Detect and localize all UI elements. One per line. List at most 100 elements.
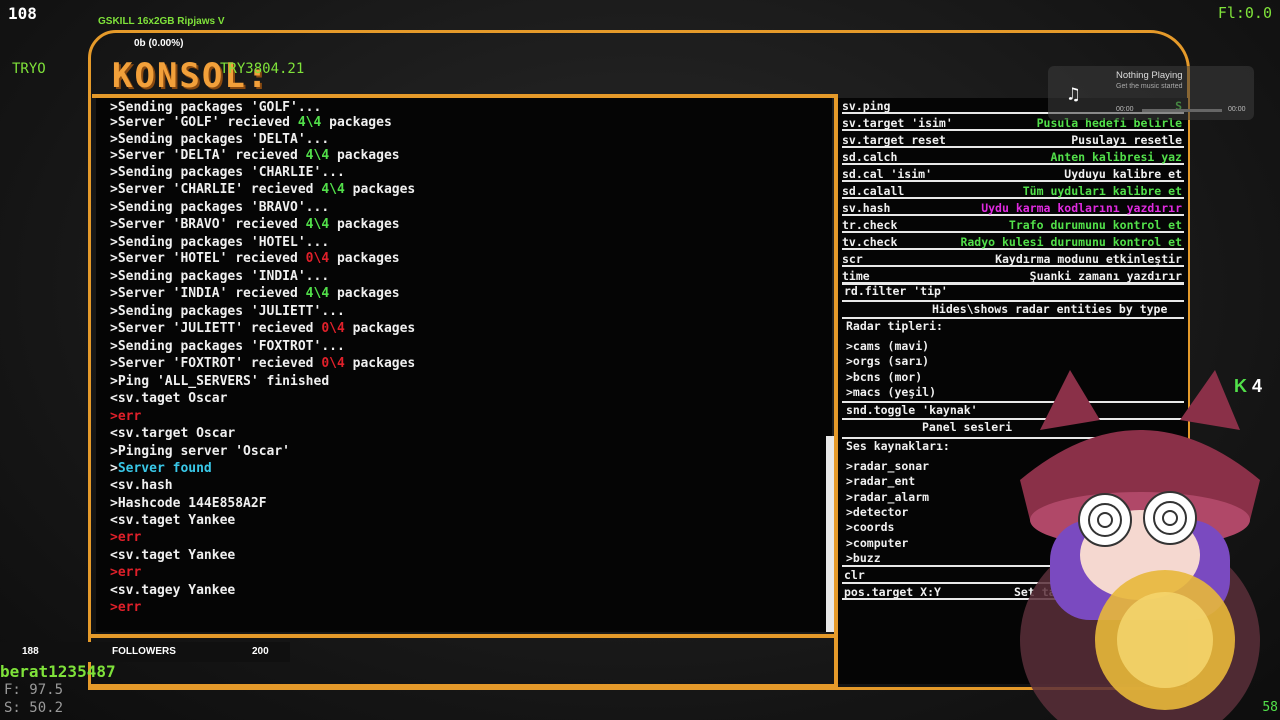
console-line: >Server 'HOTEL' recieved 0\4 packages	[110, 252, 400, 266]
console-line-segment: >Sending packages 'JULIETT'...	[110, 304, 345, 319]
command-description: Pusulayı resetle	[1071, 133, 1182, 147]
sound-sources-title: Ses kaynakları:	[846, 439, 950, 453]
console-line-segment: 4\4	[305, 148, 330, 163]
sound-source-item: >radar_alarm	[846, 490, 930, 504]
console-line-segment: <sv.hash	[110, 478, 173, 493]
command-name: scr	[842, 252, 863, 266]
console-line: >Sending packages 'GOLF'...	[110, 101, 321, 115]
console-line-segment: >err	[110, 409, 142, 424]
command-description: Anten kalibresi yaz	[1050, 150, 1182, 164]
console-line-segment: packages	[329, 148, 400, 163]
console-line: >Hashcode 144E858A2F	[110, 497, 267, 511]
command-row: scr Kaydırma modunu etkinleştir	[842, 251, 1184, 267]
command-row: tv.check Radyo kulesi durumunu kontrol et	[842, 234, 1184, 250]
console-line: >Server 'CHARLIE' recieved 4\4 packages	[110, 183, 415, 197]
console-line-segment: >Server 'CHARLIE' recieved	[110, 182, 322, 197]
sound-source-item: >detector	[846, 505, 909, 519]
sound-source-item: >coords	[846, 520, 895, 534]
command-name: sv.ping	[842, 99, 891, 113]
console-line-segment: >Sending packages 'FOXTROT'...	[110, 339, 345, 354]
console-line: <sv.hash	[110, 479, 173, 493]
console-line-segment: >err	[110, 530, 142, 545]
command-description: Trafo durumunu kontrol et	[1008, 218, 1182, 232]
console-line-segment: >Sending packages 'HOTEL'...	[110, 235, 330, 250]
command-name: sv.target 'isim'	[842, 116, 953, 130]
console-line-segment: <sv.tagey Yankee	[110, 583, 236, 598]
console-line-segment: >	[110, 461, 118, 476]
rd-filter-command: rd.filter 'tip'	[844, 284, 948, 298]
command-name: time	[842, 269, 870, 283]
sound-source-item: >buzz	[846, 551, 881, 565]
console-line: >err	[110, 531, 141, 545]
console-line: >Pinging server 'Oscar'	[110, 445, 290, 459]
panel-divider	[842, 283, 1184, 285]
console-line: >Sending packages 'HOTEL'...	[110, 236, 329, 250]
command-name: sd.cal 'isim'	[842, 167, 933, 181]
console-line: >Sending packages 'BRAVO'...	[110, 201, 329, 215]
console-line: >Ping 'ALL_SERVERS' finished	[110, 375, 329, 389]
console-line-segment: packages	[321, 115, 392, 130]
command-row: tr.check Trafo durumunu kontrol et	[842, 217, 1184, 233]
command-description: Kaydırma modunu etkinleştir	[995, 252, 1182, 266]
frame-divider-middle	[834, 94, 838, 688]
console-line-segment: >Sending packages 'DELTA'...	[110, 132, 330, 147]
fps-counter: 108	[8, 4, 37, 23]
console-line: >Sending packages 'JULIETT'...	[110, 305, 345, 319]
console-line-segment: packages	[344, 321, 416, 336]
console-scrollbar[interactable]	[826, 436, 834, 632]
command-name: sv.target reset	[842, 133, 946, 147]
console-line-segment: packages	[329, 217, 400, 232]
console-line-segment: <sv.target Oscar	[110, 426, 236, 441]
command-description: Tüm uyduları kalibre et	[1022, 184, 1182, 198]
music-note-icon: ♫	[1068, 84, 1079, 105]
console-line: <sv.taget Oscar	[110, 392, 227, 406]
console-line: >err	[110, 566, 141, 580]
console-line-segment: >err	[110, 600, 142, 615]
command-row: sd.calch Anten kalibresi yaz	[842, 149, 1184, 165]
console-line-segment: packages	[329, 251, 400, 266]
music-progress-bar[interactable]	[1142, 109, 1222, 112]
console-line-segment: >Sending packages 'INDIA'...	[110, 269, 330, 284]
command-description: Radyo kulesi durumunu kontrol et	[960, 235, 1182, 249]
corner-value: 58	[1262, 700, 1278, 715]
console-line-segment: >Server 'FOXTROT' recieved	[110, 356, 322, 371]
try-value: TRY3804.21	[220, 61, 305, 77]
console-line: >Sending packages 'FOXTROT'...	[110, 340, 345, 354]
console-line-segment: >Hashcode 144E858A2F	[110, 496, 267, 511]
console-line-segment: 4\4	[305, 217, 330, 232]
snd-toggle-command: snd.toggle 'kaynak'	[846, 403, 978, 417]
music-title: Nothing Playing	[1116, 70, 1183, 81]
console-line-segment: 4\4	[305, 286, 330, 301]
console-line-segment: 0\4	[305, 251, 330, 266]
f-value: F: 97.5	[4, 682, 64, 698]
command-name: sd.calch	[842, 150, 898, 164]
followers-current: 188	[22, 646, 39, 657]
console-line: >Sending packages 'CHARLIE'...	[110, 166, 345, 180]
command-name: tr.check	[842, 218, 898, 232]
panel-divider	[842, 317, 1184, 319]
console-line-segment: 4\4	[297, 115, 322, 130]
s-value: S: 50.2	[4, 700, 64, 716]
radar-type-item: >orgs (sarı)	[846, 354, 930, 368]
frame-divider-bottom-outer	[88, 684, 838, 687]
console-line: >Server 'DELTA' recieved 4\4 packages	[110, 149, 400, 163]
snd-description: Panel sesleri	[922, 420, 1013, 434]
console-line: >Server found	[110, 462, 212, 476]
console-line-segment: >Server 'HOTEL' recieved	[110, 251, 306, 266]
console-line-segment: Server found	[117, 461, 212, 476]
console-line-segment: <sv.taget Yankee	[110, 513, 236, 528]
console-line: <sv.taget Yankee	[110, 549, 235, 563]
sound-source-item: >radar_sonar	[846, 459, 930, 473]
console-line: >Server 'FOXTROT' recieved 0\4 packages	[110, 357, 415, 371]
console-line-segment: >Sending packages 'CHARLIE'...	[110, 165, 345, 180]
command-row: sv.hash Uydu karma kodlarını yazdırır	[842, 200, 1184, 216]
console-line-segment: >Sending packages 'BRAVO'...	[110, 200, 330, 215]
console-line-segment: >err	[110, 565, 142, 580]
frame-divider-bottom	[88, 634, 838, 638]
ram-label: GSKILL 16x2GB Ripjaws V	[98, 16, 225, 27]
command-row: sd.cal 'isim' Uyduyu kalibre et	[842, 166, 1184, 182]
console-line-segment: 0\4	[321, 321, 345, 336]
console-line-segment: 0\4	[321, 356, 345, 371]
command-row: sv.target reset Pusulayı resetle	[842, 132, 1184, 148]
console-line-segment: >Server 'DELTA' recieved	[110, 148, 306, 163]
